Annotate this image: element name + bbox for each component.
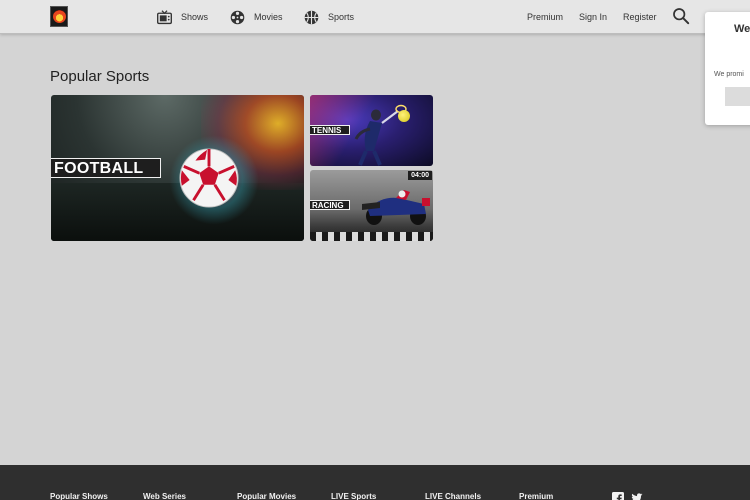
welcome-popup-button[interactable] <box>725 87 750 106</box>
footer: Popular Shows Web Series Popular Movies … <box>0 465 750 500</box>
facebook-icon[interactable] <box>612 492 624 500</box>
checkered-flag-strip <box>310 232 433 241</box>
nav-sports[interactable]: Sports <box>303 0 354 34</box>
nav-sports-label: Sports <box>328 12 355 22</box>
race-car-icon <box>362 190 430 225</box>
racing-duration-badge: 04:00 <box>408 171 432 180</box>
premium-link[interactable]: Premium <box>527 0 563 34</box>
tennis-label: TENNIS <box>310 125 350 135</box>
footer-link-popular-movies[interactable]: Popular Movies <box>237 492 296 500</box>
football-ball-icon <box>179 148 239 208</box>
footer-link-live-channels[interactable]: LIVE Channels <box>425 492 481 500</box>
register-link[interactable]: Register <box>623 0 657 34</box>
sun-logo-icon <box>53 10 66 23</box>
nav-movies-label: Movies <box>254 12 283 22</box>
tv-icon <box>157 9 172 24</box>
welcome-popup-text: We promi <box>714 71 744 78</box>
racing-tile[interactable]: RACING 04:00 <box>310 170 433 241</box>
racing-label: RACING <box>310 200 350 210</box>
top-navigation-bar: Shows Movies Sports Premium Sign In Regi… <box>0 0 750 34</box>
footer-link-live-sports[interactable]: LIVE Sports <box>331 492 376 500</box>
footer-link-premium[interactable]: Premium <box>519 492 553 500</box>
footer-link-web-series[interactable]: Web Series <box>143 492 186 500</box>
twitter-icon[interactable] <box>631 492 643 500</box>
channel-logo[interactable] <box>50 6 68 27</box>
ball-icon <box>304 10 319 24</box>
film-reel-icon <box>230 10 245 24</box>
tennis-tile[interactable]: TENNIS <box>310 95 433 166</box>
welcome-popup-title: We <box>734 23 750 35</box>
section-title: Popular Sports <box>50 68 150 85</box>
nav-shows-label: Shows <box>181 12 209 22</box>
welcome-popup: We We promi <box>705 12 750 125</box>
nav-movies[interactable]: Movies <box>229 0 283 34</box>
nav-shows[interactable]: Shows <box>156 0 208 34</box>
football-tile[interactable]: FOOTBALL <box>51 95 304 241</box>
football-label: FOOTBALL <box>51 158 161 178</box>
footer-link-popular-shows[interactable]: Popular Shows <box>50 492 108 500</box>
search-icon[interactable] <box>672 7 690 25</box>
tennis-ball-icon <box>398 110 410 122</box>
sign-in-link[interactable]: Sign In <box>579 0 607 34</box>
